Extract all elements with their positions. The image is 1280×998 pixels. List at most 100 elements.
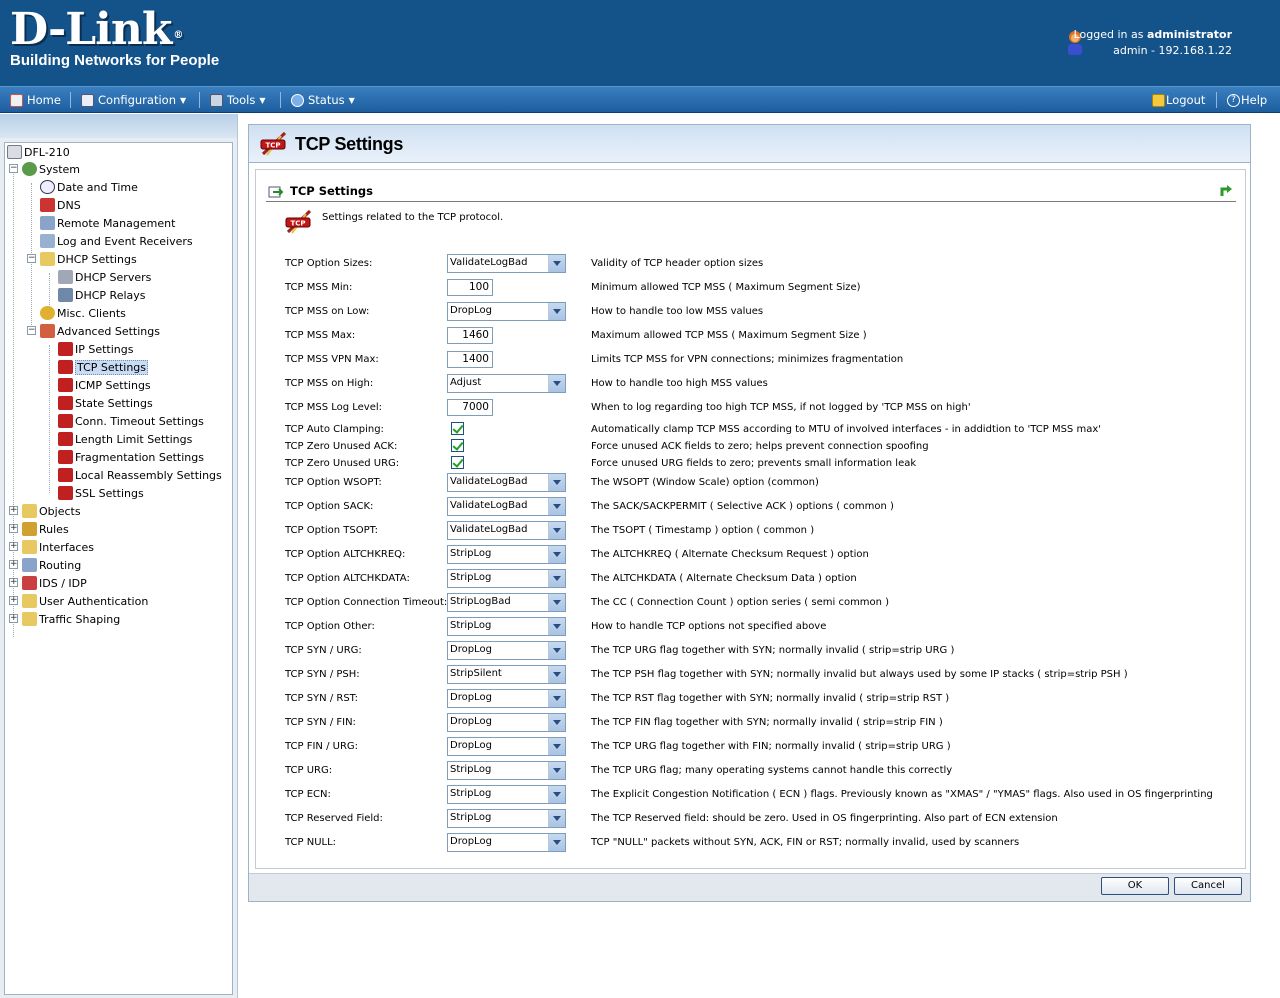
setting-select[interactable]: StripLog [447, 569, 566, 588]
setting-select[interactable]: Adjust [447, 374, 566, 393]
remote-management-icon [40, 216, 55, 230]
dropdown-arrow-icon[interactable] [548, 738, 565, 755]
setting-select[interactable]: ValidateLogBad [447, 254, 566, 273]
tree-expand-toggle[interactable]: + [9, 506, 18, 515]
tree-collapse-toggle[interactable]: − [27, 326, 36, 335]
menu-help[interactable]: ? Help [1227, 91, 1267, 109]
setting-select[interactable]: DropLog [447, 641, 566, 660]
tree-item-objects[interactable]: Objects [22, 502, 81, 520]
setting-text-input[interactable]: 7000 [447, 399, 493, 416]
tree-item-local-reassembly[interactable]: Local Reassembly Settings [58, 466, 222, 484]
tree-item-dhcp-relays[interactable]: DHCP Relays [58, 286, 146, 304]
menu-status[interactable]: Status ▼ [291, 91, 355, 109]
tree-item-icmp-settings[interactable]: ICMP Settings [58, 376, 151, 394]
setting-select[interactable]: StripSilent [447, 665, 566, 684]
dropdown-arrow-icon[interactable] [548, 618, 565, 635]
tree-expand-toggle[interactable]: + [9, 578, 18, 587]
dropdown-arrow-icon[interactable] [548, 810, 565, 827]
tree-item-tcp-settings[interactable]: TCP Settings [58, 358, 149, 376]
dropdown-arrow-icon[interactable] [548, 522, 565, 539]
dropdown-arrow-icon[interactable] [548, 642, 565, 659]
select-value: DropLog [450, 836, 492, 847]
tree-item-conn-timeout[interactable]: Conn. Timeout Settings [58, 412, 204, 430]
tree-item-user-auth[interactable]: User Authentication [22, 592, 148, 610]
tree-collapse-toggle[interactable]: − [27, 254, 36, 263]
dropdown-arrow-icon[interactable] [548, 714, 565, 731]
dropdown-arrow-icon[interactable] [548, 762, 565, 779]
tree-item-fragmentation[interactable]: Fragmentation Settings [58, 448, 204, 466]
setting-select[interactable]: StripLogBad [447, 593, 566, 612]
setting-select[interactable]: ValidateLogBad [447, 497, 566, 516]
menu-tools[interactable]: Tools ▼ [210, 91, 266, 109]
section-icon [268, 186, 284, 198]
setting-select[interactable]: ValidateLogBad [447, 473, 566, 492]
tree-item-length-limit[interactable]: Length Limit Settings [58, 430, 192, 448]
menu-configuration[interactable]: Configuration ▼ [81, 91, 186, 109]
tree-item-misc-clients[interactable]: Misc. Clients [40, 304, 126, 322]
ok-button[interactable]: OK [1101, 877, 1169, 895]
setting-select[interactable]: StripLog [447, 809, 566, 828]
select-value: DropLog [450, 305, 492, 316]
menu-home[interactable]: Home [10, 91, 61, 109]
tree-item-log-receivers[interactable]: Log and Event Receivers [40, 232, 193, 250]
menu-separator [199, 92, 200, 108]
setting-select[interactable]: StripLog [447, 761, 566, 780]
setting-text-input[interactable]: 1460 [447, 327, 493, 344]
dropdown-arrow-icon[interactable] [548, 474, 565, 491]
tree-item-ids-idp[interactable]: IDS / IDP [22, 574, 87, 592]
tree-item-ssl-settings[interactable]: SSL Settings [58, 484, 144, 502]
setting-select[interactable]: DropLog [447, 713, 566, 732]
tree-item-routing[interactable]: Routing [22, 556, 81, 574]
dropdown-arrow-icon[interactable] [548, 546, 565, 563]
dropdown-arrow-icon[interactable] [548, 498, 565, 515]
tree-expand-toggle[interactable]: + [9, 614, 18, 623]
tree-expand-toggle[interactable]: + [9, 596, 18, 605]
tree-item-dns[interactable]: DNS [40, 196, 81, 214]
tree-item-advanced-settings[interactable]: Advanced Settings [40, 322, 160, 340]
refresh-icon[interactable] [1218, 183, 1234, 199]
setting-label: TCP Option Other: [285, 621, 375, 632]
tcp-icon-text: TCP [290, 220, 305, 228]
tree-expand-toggle[interactable]: + [9, 524, 18, 533]
tree-root-device[interactable]: DFL-210 [7, 143, 70, 161]
cancel-button[interactable]: Cancel [1174, 877, 1242, 895]
dropdown-arrow-icon[interactable] [548, 570, 565, 587]
tree-item-dhcp-servers[interactable]: DHCP Servers [58, 268, 151, 286]
setting-select[interactable]: ValidateLogBad [447, 521, 566, 540]
setting-text-input[interactable]: 1400 [447, 351, 493, 368]
tree-item-dhcp-settings[interactable]: DHCP Settings [40, 250, 137, 268]
setting-checkbox[interactable] [451, 439, 464, 452]
setting-text-input[interactable]: 100 [447, 279, 493, 296]
setting-select[interactable]: DropLog [447, 302, 566, 321]
setting-select[interactable]: StripLog [447, 785, 566, 804]
tree-item-remote-management[interactable]: Remote Management [40, 214, 175, 232]
tree-item-interfaces[interactable]: Interfaces [22, 538, 94, 556]
tree-item-traffic-shaping[interactable]: Traffic Shaping [22, 610, 120, 628]
tree-item-ip-settings[interactable]: IP Settings [58, 340, 134, 358]
setting-select[interactable]: DropLog [447, 737, 566, 756]
setting-select[interactable]: DropLog [447, 689, 566, 708]
setting-select[interactable]: StripLog [447, 545, 566, 564]
tree-item-system[interactable]: System [22, 160, 80, 178]
tree-expand-toggle[interactable]: + [9, 542, 18, 551]
dropdown-arrow-icon[interactable] [548, 666, 565, 683]
menu-logout[interactable]: Logout [1152, 91, 1205, 109]
setting-label: TCP MSS Max: [285, 330, 356, 341]
dropdown-arrow-icon[interactable] [548, 786, 565, 803]
dropdown-arrow-icon[interactable] [548, 255, 565, 272]
tree-item-rules[interactable]: Rules [22, 520, 69, 538]
dropdown-arrow-icon[interactable] [548, 690, 565, 707]
tree-item-state-settings[interactable]: State Settings [58, 394, 153, 412]
dropdown-arrow-icon[interactable] [548, 594, 565, 611]
setting-checkbox[interactable] [451, 456, 464, 469]
setting-select[interactable]: StripLog [447, 617, 566, 636]
setting-checkbox[interactable] [451, 422, 464, 435]
setting-select[interactable]: DropLog [447, 833, 566, 852]
dropdown-arrow-icon[interactable] [548, 303, 565, 320]
dropdown-arrow-icon[interactable] [548, 375, 565, 392]
setting-help-text: Force unused ACK fields to zero; helps p… [591, 441, 929, 452]
tree-collapse-toggle[interactable]: − [9, 164, 18, 173]
tree-expand-toggle[interactable]: + [9, 560, 18, 569]
tree-item-date-time[interactable]: Date and Time [40, 178, 138, 196]
dropdown-arrow-icon[interactable] [548, 834, 565, 851]
